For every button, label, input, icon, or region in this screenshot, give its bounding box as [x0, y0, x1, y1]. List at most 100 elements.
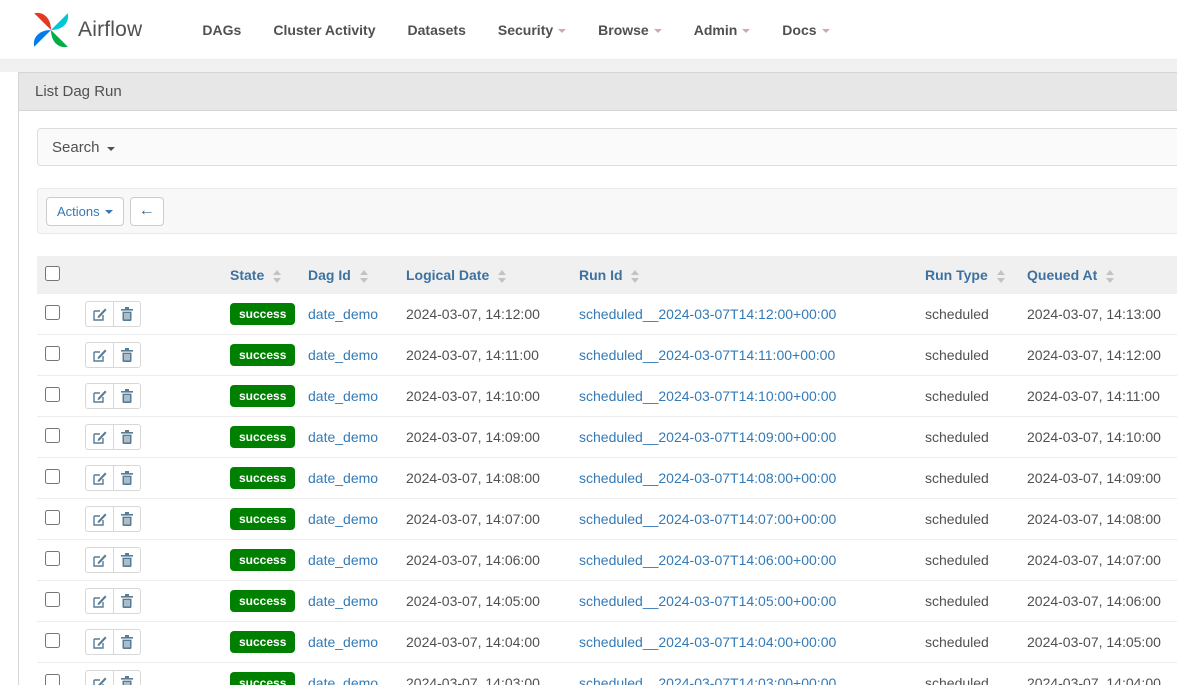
- delete-button[interactable]: [113, 301, 141, 327]
- queued-at-cell: 2024-03-07, 14:12:00: [1019, 335, 1177, 376]
- run-id-link[interactable]: scheduled__2024-03-07T14:08:00+00:00: [579, 470, 836, 486]
- status-badge: success: [230, 303, 295, 325]
- row-checkbox-cell: [37, 499, 77, 540]
- column-header-label: State: [230, 267, 264, 283]
- run-type-cell: scheduled: [917, 458, 1019, 499]
- nav-item-dags[interactable]: DAGs: [186, 12, 257, 48]
- dag-id-cell: date_demo: [300, 581, 398, 622]
- delete-button[interactable]: [113, 588, 141, 614]
- row-checkbox[interactable]: [45, 469, 60, 484]
- delete-button[interactable]: [113, 424, 141, 450]
- airflow-brand[interactable]: Airflow: [30, 9, 142, 51]
- dag-id-link[interactable]: date_demo: [308, 306, 378, 322]
- row-checkbox[interactable]: [45, 633, 60, 648]
- run-id-link[interactable]: scheduled__2024-03-07T14:05:00+00:00: [579, 593, 836, 609]
- row-actions-cell: [77, 540, 222, 581]
- trash-icon: [121, 512, 133, 526]
- dag-id-link[interactable]: date_demo: [308, 634, 378, 650]
- search-toggle[interactable]: Search: [37, 128, 1177, 166]
- dag-id-cell: date_demo: [300, 622, 398, 663]
- delete-button[interactable]: [113, 506, 141, 532]
- dag-id-link[interactable]: date_demo: [308, 470, 378, 486]
- column-header-run-id[interactable]: Run Id: [571, 256, 917, 294]
- row-checkbox[interactable]: [45, 551, 60, 566]
- dag-id-link[interactable]: date_demo: [308, 552, 378, 568]
- row-checkbox[interactable]: [45, 305, 60, 320]
- select-all-checkbox[interactable]: [45, 266, 60, 281]
- row-checkbox[interactable]: [45, 592, 60, 607]
- delete-button[interactable]: [113, 342, 141, 368]
- status-badge: success: [230, 590, 295, 612]
- queued-at-cell: 2024-03-07, 14:04:00: [1019, 663, 1177, 685]
- trash-icon: [121, 471, 133, 485]
- column-header-label: Dag Id: [308, 267, 351, 283]
- delete-button[interactable]: [113, 670, 141, 685]
- nav-item-cluster-activity[interactable]: Cluster Activity: [257, 12, 391, 48]
- dag-id-link[interactable]: date_demo: [308, 347, 378, 363]
- dag-id-link[interactable]: date_demo: [308, 429, 378, 445]
- actions-dropdown-button[interactable]: Actions: [46, 197, 124, 226]
- column-header-dag-id[interactable]: Dag Id: [300, 256, 398, 294]
- edit-button[interactable]: [85, 670, 113, 685]
- back-button[interactable]: ←: [130, 197, 164, 226]
- column-header-logical-date[interactable]: Logical Date: [398, 256, 571, 294]
- run-id-link[interactable]: scheduled__2024-03-07T14:12:00+00:00: [579, 306, 836, 322]
- dag-id-link[interactable]: date_demo: [308, 388, 378, 404]
- sort-icon[interactable]: [997, 270, 1005, 283]
- status-badge: success: [230, 426, 295, 448]
- run-type-cell: scheduled: [917, 540, 1019, 581]
- state-cell: success: [222, 376, 300, 417]
- edit-button[interactable]: [85, 588, 113, 614]
- row-checkbox[interactable]: [45, 674, 60, 685]
- delete-button[interactable]: [113, 383, 141, 409]
- edit-button[interactable]: [85, 383, 113, 409]
- edit-button[interactable]: [85, 506, 113, 532]
- run-id-link[interactable]: scheduled__2024-03-07T14:11:00+00:00: [579, 347, 835, 363]
- sort-icon[interactable]: [1106, 270, 1114, 283]
- dag-id-link[interactable]: date_demo: [308, 593, 378, 609]
- run-id-link[interactable]: scheduled__2024-03-07T14:03:00+00:00: [579, 675, 836, 685]
- run-id-link[interactable]: scheduled__2024-03-07T14:09:00+00:00: [579, 429, 836, 445]
- nav-item-docs[interactable]: Docs: [766, 12, 845, 48]
- sort-icon[interactable]: [631, 270, 639, 283]
- run-id-cell: scheduled__2024-03-07T14:08:00+00:00: [571, 458, 917, 499]
- nav-item-admin[interactable]: Admin: [678, 12, 767, 48]
- edit-button[interactable]: [85, 547, 113, 573]
- run-id-cell: scheduled__2024-03-07T14:07:00+00:00: [571, 499, 917, 540]
- row-actions-cell: [77, 294, 222, 335]
- sort-icon[interactable]: [360, 270, 368, 283]
- run-id-link[interactable]: scheduled__2024-03-07T14:07:00+00:00: [579, 511, 836, 527]
- row-checkbox[interactable]: [45, 428, 60, 443]
- run-id-cell: scheduled__2024-03-07T14:12:00+00:00: [571, 294, 917, 335]
- state-cell: success: [222, 622, 300, 663]
- edit-button[interactable]: [85, 301, 113, 327]
- row-checkbox[interactable]: [45, 346, 60, 361]
- run-id-link[interactable]: scheduled__2024-03-07T14:06:00+00:00: [579, 552, 836, 568]
- dag-id-link[interactable]: date_demo: [308, 675, 378, 685]
- sort-icon[interactable]: [498, 270, 506, 283]
- edit-button[interactable]: [85, 465, 113, 491]
- edit-button[interactable]: [85, 424, 113, 450]
- row-checkbox[interactable]: [45, 510, 60, 525]
- column-header-state[interactable]: State: [222, 256, 300, 294]
- run-type-cell: scheduled: [917, 663, 1019, 685]
- nav-item-security[interactable]: Security: [482, 12, 582, 48]
- run-type-cell: scheduled: [917, 417, 1019, 458]
- run-type-cell: scheduled: [917, 294, 1019, 335]
- edit-pencil-icon: [93, 471, 107, 485]
- row-checkbox[interactable]: [45, 387, 60, 402]
- nav-item-browse[interactable]: Browse: [582, 12, 678, 48]
- edit-button[interactable]: [85, 629, 113, 655]
- run-id-link[interactable]: scheduled__2024-03-07T14:04:00+00:00: [579, 634, 836, 650]
- column-header-run-type[interactable]: Run Type: [917, 256, 1019, 294]
- delete-button[interactable]: [113, 629, 141, 655]
- edit-button[interactable]: [85, 342, 113, 368]
- run-id-link[interactable]: scheduled__2024-03-07T14:10:00+00:00: [579, 388, 836, 404]
- column-header-queued-at[interactable]: Queued At: [1019, 256, 1177, 294]
- delete-button[interactable]: [113, 465, 141, 491]
- dag-id-link[interactable]: date_demo: [308, 511, 378, 527]
- sort-icon[interactable]: [273, 270, 281, 283]
- run-type-cell: scheduled: [917, 581, 1019, 622]
- nav-item-datasets[interactable]: Datasets: [392, 12, 482, 48]
- delete-button[interactable]: [113, 547, 141, 573]
